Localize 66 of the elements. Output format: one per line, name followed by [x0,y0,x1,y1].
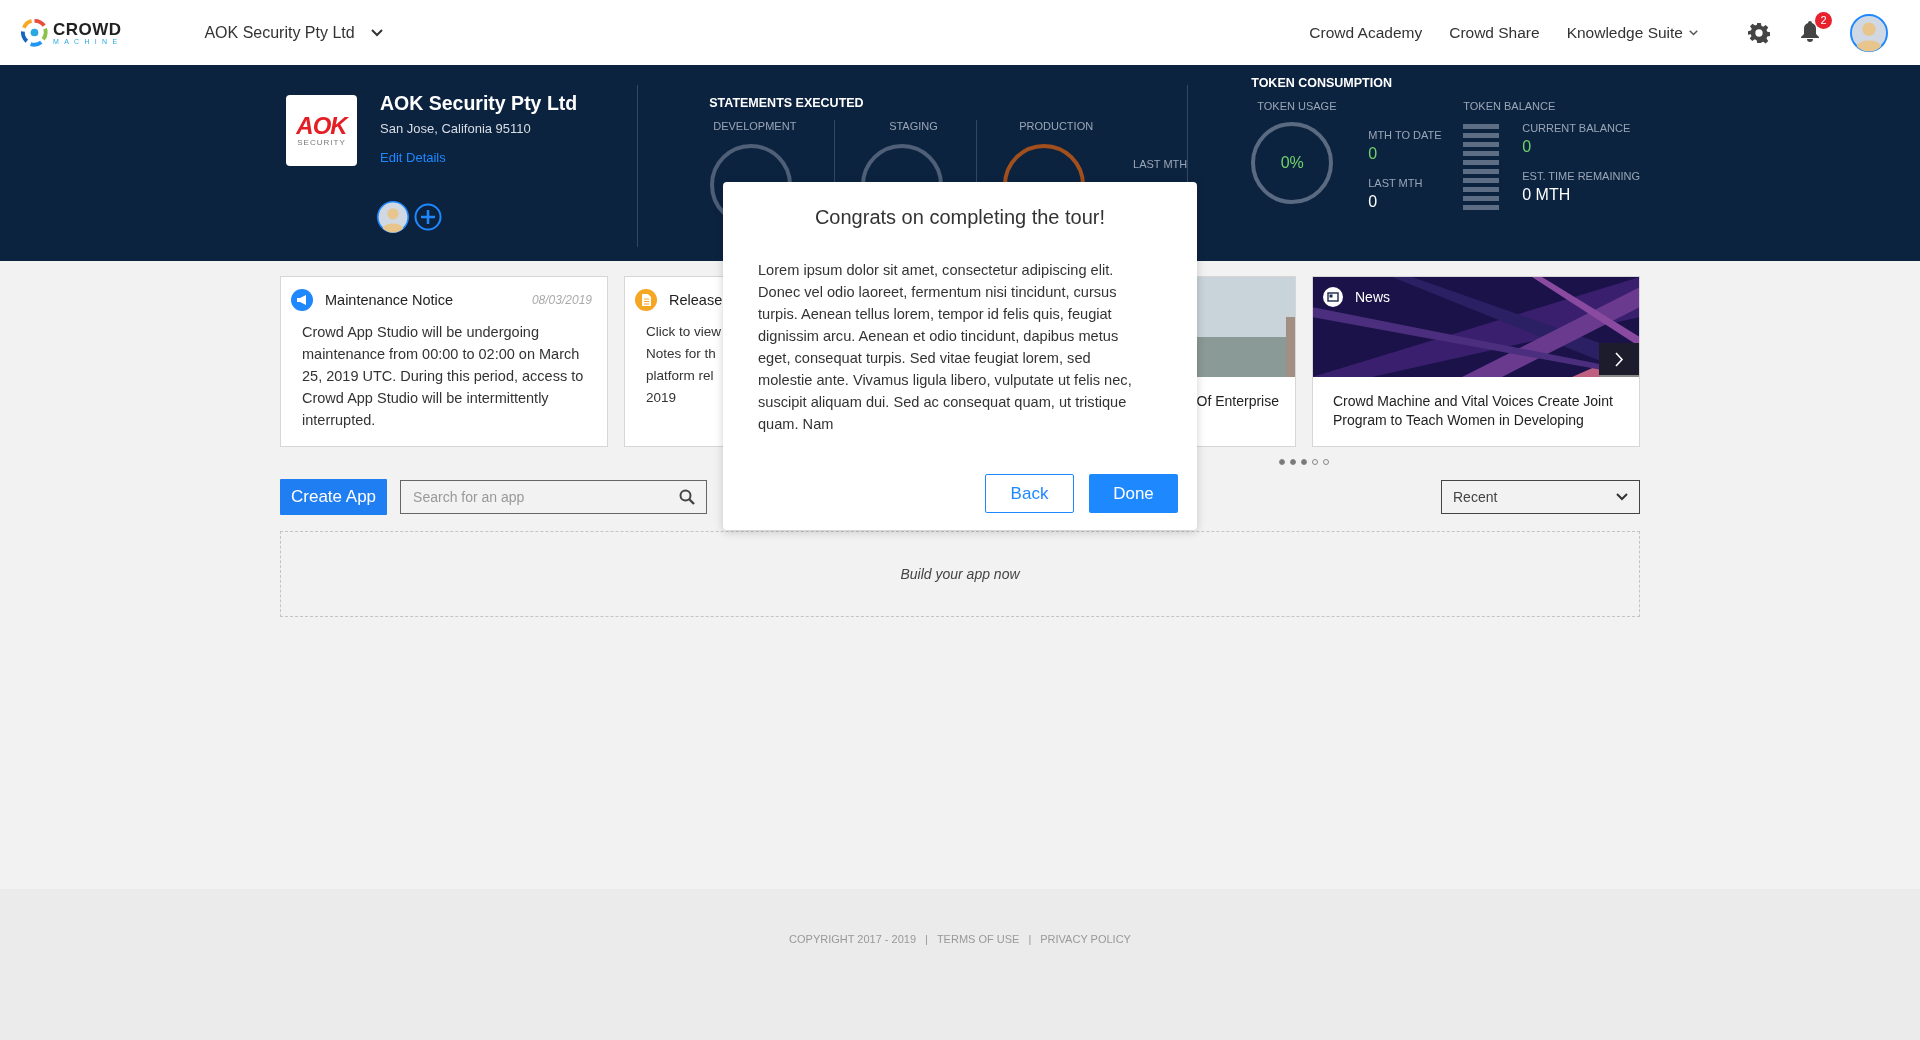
carousel-dot[interactable] [1301,459,1307,465]
user-avatar[interactable] [1850,13,1888,52]
card-text: Crowd App Studio will be undergoing maintenance from 00:00 to 02:00 on March 25, 2019 UTC. During this period, access to Crowd App Studio will be intermittently interrupted. [302,323,585,430]
search-field[interactable]: Search for an app [400,480,708,514]
gauge-label: DEVELOPMENT [713,120,797,132]
document-icon [635,289,657,311]
nav-link[interactable]: Crowd Share [1449,23,1540,42]
card-title: Of Enterprise [1196,392,1279,411]
carousel-dot[interactable] [1290,459,1296,465]
search-icon [679,489,696,505]
modal-text: Lorem ipsum dolor sit amet, consectetur adipiscing elit. Donec vel odio laoreet, fermentum nisi tincidunt, cursus turpis. Aenean tellus lorem, tempor id felis quis, feugiat dignissim arcu. Aenean et odio tincidunt, dapibus metus eget, consequat turpis. Sed vitae feugiat lorem, sed molestie ante. Vivamus ligula libero, vulputate ut felis nec, suscipit aliquam dui. Sed ac consequat quam, ut tristique quam. Nam [758,261,1133,434]
add-member-icon[interactable] [414,203,442,231]
megaphone-icon [291,289,313,311]
empty-state-text: Build your app now [900,566,1020,582]
create-app-button[interactable]: Create App [280,479,388,515]
company-address: San Jose, Califonia 95110 [380,121,532,136]
notice-card[interactable] [280,276,608,447]
stat-label: MTH TO DATE [1368,129,1443,141]
news-card[interactable]: News Crowd Machine and Vital Voices Create Joint Program to Teach Women in Developing [1312,276,1640,447]
stat-value: 0 [1368,193,1379,211]
member-avatar[interactable] [377,201,409,233]
stat-value: 0 [1368,145,1379,163]
gauge-label: TOKEN BALANCE [1463,100,1557,112]
next-button[interactable] [1599,343,1639,377]
chevron-down-icon [370,28,383,37]
news-icon [1323,287,1343,307]
settings-icon[interactable] [1748,21,1770,44]
footer-separator: | [925,933,928,945]
notification-badge: 2 [1815,11,1832,29]
gauge-value: 0% [1280,154,1304,172]
back-button[interactable]: Back [985,474,1074,513]
stat-value: 0 MTH [1522,186,1572,204]
chevron-down-icon [1689,28,1698,37]
stat-label: CURRENT BALANCE [1522,122,1632,134]
logo-icon [20,18,49,47]
logo-name: CROWD [53,20,123,38]
gauge-label: TOKEN USAGE [1257,100,1338,112]
gauge-label: STAGING [889,120,938,132]
chevron-down-icon [1616,493,1628,501]
organization-selector[interactable]: AOK Security Pty Ltd [204,19,383,46]
edit-details-link[interactable]: Edit Details [380,150,446,165]
copyright-text: COPYRIGHT 2017 - 2019 [789,933,916,945]
stat-value: 0 [1522,138,1533,156]
company-logo: AOK SECURITY [286,95,357,166]
section-title: STATEMENTS EXECUTED [709,96,865,110]
notification-bell-icon[interactable] [1800,19,1820,42]
stat-label: LAST MTH [1368,177,1424,189]
footer-separator: | [1028,933,1032,945]
card-title: Crowd Machine and Vital Voices Create Joint Program to Teach Women in Developing [1332,392,1614,430]
card-date: 08/03/2019 [531,293,592,307]
stat-label: LAST MTH [1133,158,1188,170]
modal-title: Congrats on completing the tour! [813,206,1107,229]
nav-link[interactable]: Crowd Academy [1309,23,1423,42]
card-title: Maintenance Notice [325,292,454,308]
card-label: News [1355,289,1390,305]
carousel-dot[interactable] [1279,459,1285,465]
company-name: AOK Security Pty Ltd [380,92,578,115]
sort-dropdown[interactable]: Recent [1441,480,1640,514]
card-title: Release [669,292,723,308]
stat-label: EST. TIME REMAINING [1522,170,1640,182]
card-text: Click to view Notes for th platform rel 2019 [646,323,721,407]
chevron-right-icon [1614,351,1624,367]
gauge-label: PRODUCTION [1019,120,1094,132]
token-bars-icon [1463,124,1500,210]
nav-dropdown[interactable]: Knowledge Suite [1566,23,1698,42]
section-title: TOKEN CONSUMPTION [1251,76,1393,90]
